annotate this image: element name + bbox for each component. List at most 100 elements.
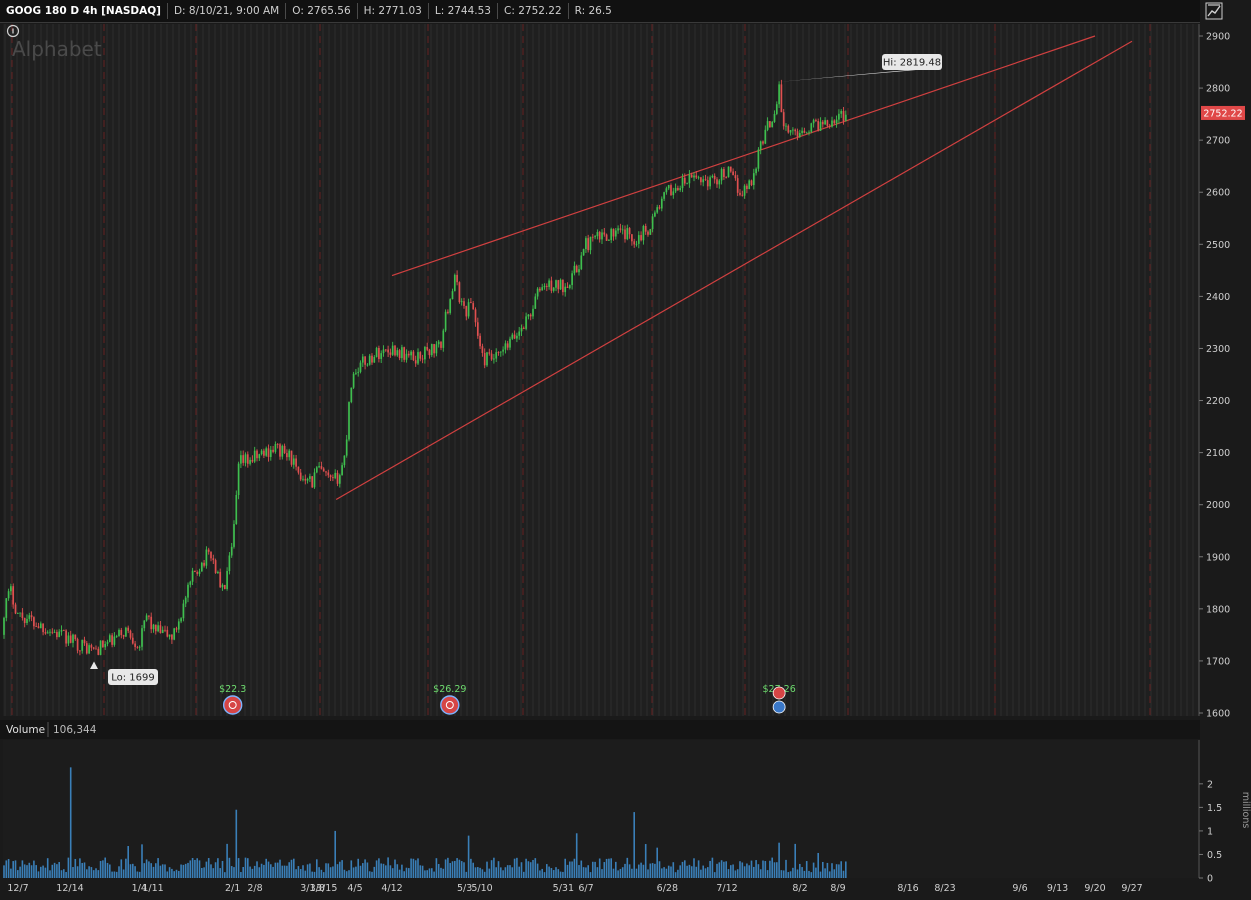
volume-bar (196, 858, 198, 878)
volume-bar (334, 830, 336, 878)
volume-tick-label: 1.5 (1207, 803, 1222, 814)
volume-bar (628, 864, 631, 878)
volume-bar (419, 865, 422, 878)
volume-bar (69, 767, 72, 878)
x-tick-label: 8/23 (934, 883, 955, 894)
candle (780, 79, 783, 113)
volume-bar (529, 862, 532, 878)
price-pane[interactable] (3, 24, 1199, 716)
volume-bar (83, 862, 86, 878)
volume-bar (148, 861, 150, 878)
volume-bar (672, 862, 675, 878)
volume-bar (260, 863, 263, 878)
volume-bar (343, 869, 346, 878)
volume-bar (771, 857, 773, 878)
volume-bar (826, 862, 829, 878)
volume-bar (812, 862, 815, 878)
volume-bar (746, 863, 748, 878)
svg-text:Hi: 2819.48: Hi: 2819.48 (883, 58, 941, 69)
volume-bar (313, 871, 316, 878)
volume-bar (424, 870, 426, 878)
volume-bar (99, 860, 102, 878)
x-tick-label: 8/16 (897, 883, 918, 894)
candle (486, 351, 488, 367)
volume-pane[interactable] (3, 740, 1199, 878)
volume-bar (217, 858, 219, 878)
volume-bar (736, 869, 739, 878)
volume-bar (587, 865, 589, 878)
volume-bar (741, 862, 744, 878)
volume-bar (642, 864, 645, 878)
volume-bar (389, 865, 392, 878)
candle (102, 640, 104, 648)
earnings-icon (440, 695, 460, 715)
volume-bar (723, 861, 725, 878)
volume-bar (670, 866, 672, 878)
volume-bar (718, 862, 721, 878)
volume-bar (762, 860, 764, 878)
volume-bar (426, 870, 428, 878)
volume-bar (228, 857, 231, 878)
volume-bar (299, 869, 302, 878)
volume-bar (10, 868, 12, 878)
volume-bar (141, 844, 143, 878)
volume-bar (171, 868, 173, 878)
volume-bar (28, 862, 31, 878)
x-tick-label: 9/20 (1084, 883, 1105, 894)
volume-bar (157, 858, 159, 878)
volume-bar (525, 858, 527, 878)
candle (771, 120, 774, 128)
volume-bar (688, 864, 691, 878)
volume-bar (63, 869, 65, 878)
volume-bar (449, 863, 451, 878)
volume-bar (644, 844, 647, 878)
candle (173, 627, 176, 641)
volume-bar (380, 863, 382, 878)
candle (769, 121, 771, 128)
volume-bar (76, 866, 79, 878)
volume-bar (350, 860, 353, 878)
volume-bar (293, 858, 295, 878)
volume-bar (46, 858, 49, 878)
volume-bar (122, 869, 125, 878)
chart-window: GOOG 180 D 4h [NASDAQ] D: 8/10/21, 9:00 … (0, 0, 1251, 900)
candle (99, 640, 102, 656)
volume-bar (375, 860, 378, 878)
candle (670, 183, 672, 197)
x-tick-label: 2/1 (225, 883, 240, 894)
price-tick-label: 2700 (1206, 136, 1230, 147)
volume-bar (661, 868, 663, 878)
volume-bar (345, 871, 348, 878)
last-price-label: 2752.22 (1201, 105, 1245, 120)
volume-bar (120, 859, 123, 878)
volume-bar (679, 865, 681, 878)
volume-bar (118, 866, 120, 878)
volume-bar (835, 864, 838, 878)
volume-bar (454, 860, 456, 878)
volume-bar (267, 861, 270, 878)
x-tick-label: 8/2 (792, 883, 807, 894)
volume-bar (631, 868, 633, 878)
candle (348, 401, 350, 442)
volume-bar (212, 868, 215, 878)
volume-bar (621, 867, 624, 878)
candle (125, 626, 127, 638)
volume-bar (127, 846, 129, 878)
volume-bar (472, 862, 474, 878)
volume-bar (138, 871, 141, 878)
volume-bar (720, 860, 723, 878)
volume-bar (550, 868, 553, 878)
volume-bar (359, 865, 362, 878)
volume-bar (539, 870, 541, 878)
candle (237, 461, 240, 500)
volume-bar (90, 867, 93, 878)
chart-canvas[interactable]: Alphabet Hi: 2819.48 Lo: 1699 2752.22 $22.… (0, 0, 1251, 900)
volume-bar (792, 867, 794, 878)
volume-bar (173, 871, 175, 878)
volume-bar (833, 869, 836, 878)
price-tick-label: 2300 (1206, 344, 1230, 355)
volume-bar (329, 867, 332, 878)
volume-bar (697, 860, 700, 878)
volume-bar (509, 865, 511, 878)
volume-bar (654, 863, 656, 878)
